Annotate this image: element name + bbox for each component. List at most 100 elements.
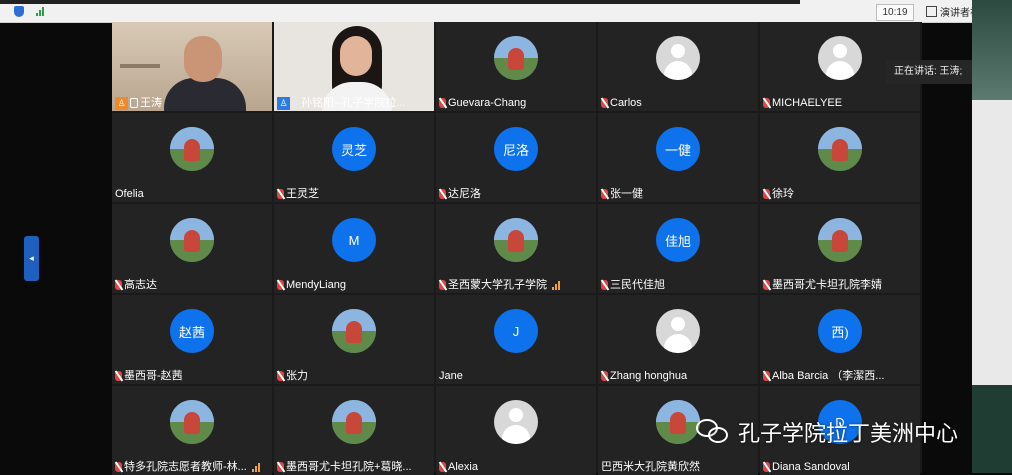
participant-tile[interactable]: 佳旭三民代佳旭: [598, 204, 758, 293]
participant-tile[interactable]: 西) Alba Barcia （李潔西...: [760, 295, 920, 384]
participant-tile[interactable]: 赵茜墨西哥-赵茜: [112, 295, 272, 384]
participant-name: 徐玲: [772, 188, 794, 200]
participant-tile[interactable]: J Jane: [436, 295, 596, 384]
participant-name-bar: 张一健: [601, 186, 643, 202]
participant-tile[interactable]: Zhang honghua: [598, 295, 758, 384]
cohost-icon: ♙: [277, 96, 290, 110]
participant-avatar: 佳旭: [656, 218, 700, 262]
microphone-muted-icon: [115, 462, 122, 472]
participant-avatar: [656, 309, 700, 353]
participant-tile[interactable]: 圣西蒙大学孔子学院: [436, 204, 596, 293]
participant-avatar: [494, 36, 538, 80]
participant-name-bar: Guevara-Chang: [439, 95, 526, 111]
microphone-muted-icon: [601, 98, 608, 108]
participant-tile[interactable]: 灵芝王灵芝: [274, 113, 434, 202]
participant-avatar: [170, 400, 214, 444]
participant-tile[interactable]: Carlos: [598, 22, 758, 111]
wechat-watermark: 孔子学院拉丁美洲中心: [696, 416, 958, 448]
participant-tile[interactable]: 墨西哥尤卡坦孔院+葛晓...: [274, 386, 434, 475]
participant-avatar: [818, 36, 862, 80]
participant-avatar: 灵芝: [332, 127, 376, 171]
participant-tile[interactable]: M MendyLiang: [274, 204, 434, 293]
microphone-muted-icon: [277, 371, 284, 381]
participant-name: Guevara-Chang: [448, 97, 527, 109]
participant-name-bar: Jane: [439, 368, 463, 384]
participant-name: Jane: [439, 370, 463, 382]
participant-avatar: [818, 218, 862, 262]
speaker-view-icon: [926, 6, 937, 17]
microphone-muted-icon: [763, 462, 770, 472]
background-photo: [972, 0, 1012, 473]
participant-name: 王灵芝: [286, 188, 319, 200]
participant-tile[interactable]: 特多孔院志愿者教师-林...: [112, 386, 272, 475]
participant-name: 达尼洛: [448, 188, 481, 200]
participant-name: 墨西哥尤卡坦孔院李婧: [772, 279, 882, 291]
participant-tile[interactable]: 尼洛达尼洛: [436, 113, 596, 202]
participant-avatar: [656, 36, 700, 80]
microphone-icon: [292, 98, 299, 108]
participant-avatar: [818, 127, 862, 171]
participant-name: 张力: [286, 370, 308, 382]
microphone-muted-icon: [115, 280, 122, 290]
signal-icon[interactable]: [36, 7, 46, 16]
participant-name-bar: 墨西哥-赵茜: [115, 368, 183, 384]
participant-name-bar: 徐玲: [763, 186, 794, 202]
microphone-muted-icon: [277, 462, 284, 472]
meeting-clock: 10:19: [876, 4, 914, 21]
wechat-icon: [696, 417, 730, 447]
participant-name: Ofelia: [115, 188, 144, 200]
participant-tile[interactable]: Guevara-Chang: [436, 22, 596, 111]
participant-name: 王涛: [140, 97, 162, 109]
participant-name: 三民代佳旭: [610, 279, 665, 291]
participant-avatar: 赵茜: [170, 309, 214, 353]
microphone-muted-icon: [115, 371, 122, 381]
participant-name: 高志达: [124, 279, 157, 291]
participant-avatar: 西): [818, 309, 862, 353]
participant-avatar: 尼洛: [494, 127, 538, 171]
participant-tile[interactable]: 一健 张一健: [598, 113, 758, 202]
microphone-muted-icon: [439, 280, 446, 290]
participant-avatar: M: [332, 218, 376, 262]
participant-name-bar: Carlos: [601, 95, 642, 111]
microphone-muted-icon: [277, 280, 284, 290]
participant-name-bar: 高志达: [115, 277, 157, 293]
participant-name: 圣西蒙大学孔子学院: [448, 279, 547, 291]
participant-name: 孙铭阳--孔子学院拉...: [301, 97, 406, 109]
participant-avatar: [332, 400, 376, 444]
participant-avatar: [170, 218, 214, 262]
watermark-text: 孔子学院拉丁美洲中心: [738, 421, 959, 446]
microphone-muted-icon: [439, 98, 446, 108]
connection-signal-icon: [251, 462, 260, 472]
connection-signal-icon: [552, 280, 560, 290]
participant-tile[interactable]: Ofelia: [112, 113, 272, 202]
phone-icon: [130, 98, 138, 108]
microphone-muted-icon: [439, 189, 446, 199]
microphone-muted-icon: [763, 280, 770, 290]
microphone-muted-icon: [763, 189, 770, 199]
microphone-muted-icon: [601, 280, 608, 290]
participant-name-bar: ♙ 王涛: [115, 95, 162, 111]
participant-grid: ♙ 王涛 ♙ 孙铭阳--孔子学院拉... Guevara-Chang Carlos MICH…: [112, 22, 922, 475]
participant-avatar: [494, 400, 538, 444]
window-strip: [0, 0, 800, 4]
participant-name: 墨西哥-赵茜: [124, 370, 183, 382]
participant-tile[interactable]: Alexia: [436, 386, 596, 475]
participant-name-bar: MICHAELYEE: [763, 95, 842, 111]
participant-tile[interactable]: 墨西哥尤卡坦孔院李婧: [760, 204, 920, 293]
participant-name: MICHAELYEE: [772, 97, 843, 109]
shield-icon[interactable]: [14, 6, 24, 17]
participant-name: MendyLiang: [286, 279, 346, 291]
collapse-left-button[interactable]: ◂: [24, 236, 39, 281]
participant-avatar: [656, 400, 700, 444]
speaking-indicator: 正在讲话: 王涛;: [886, 60, 972, 84]
participant-name-bar: MendyLiang: [277, 277, 346, 293]
participant-name: Alba Barcia （李潔西...: [772, 370, 885, 382]
participant-tile[interactable]: 徐玲: [760, 113, 920, 202]
participant-tile[interactable]: ♙ 王涛: [112, 22, 272, 111]
microphone-muted-icon: [277, 189, 284, 199]
participant-tile[interactable]: ♙ 孙铭阳--孔子学院拉...: [274, 22, 434, 111]
microphone-muted-icon: [439, 462, 446, 472]
microphone-muted-icon: [601, 189, 608, 199]
participant-tile[interactable]: 张力: [274, 295, 434, 384]
participant-tile[interactable]: 高志达: [112, 204, 272, 293]
